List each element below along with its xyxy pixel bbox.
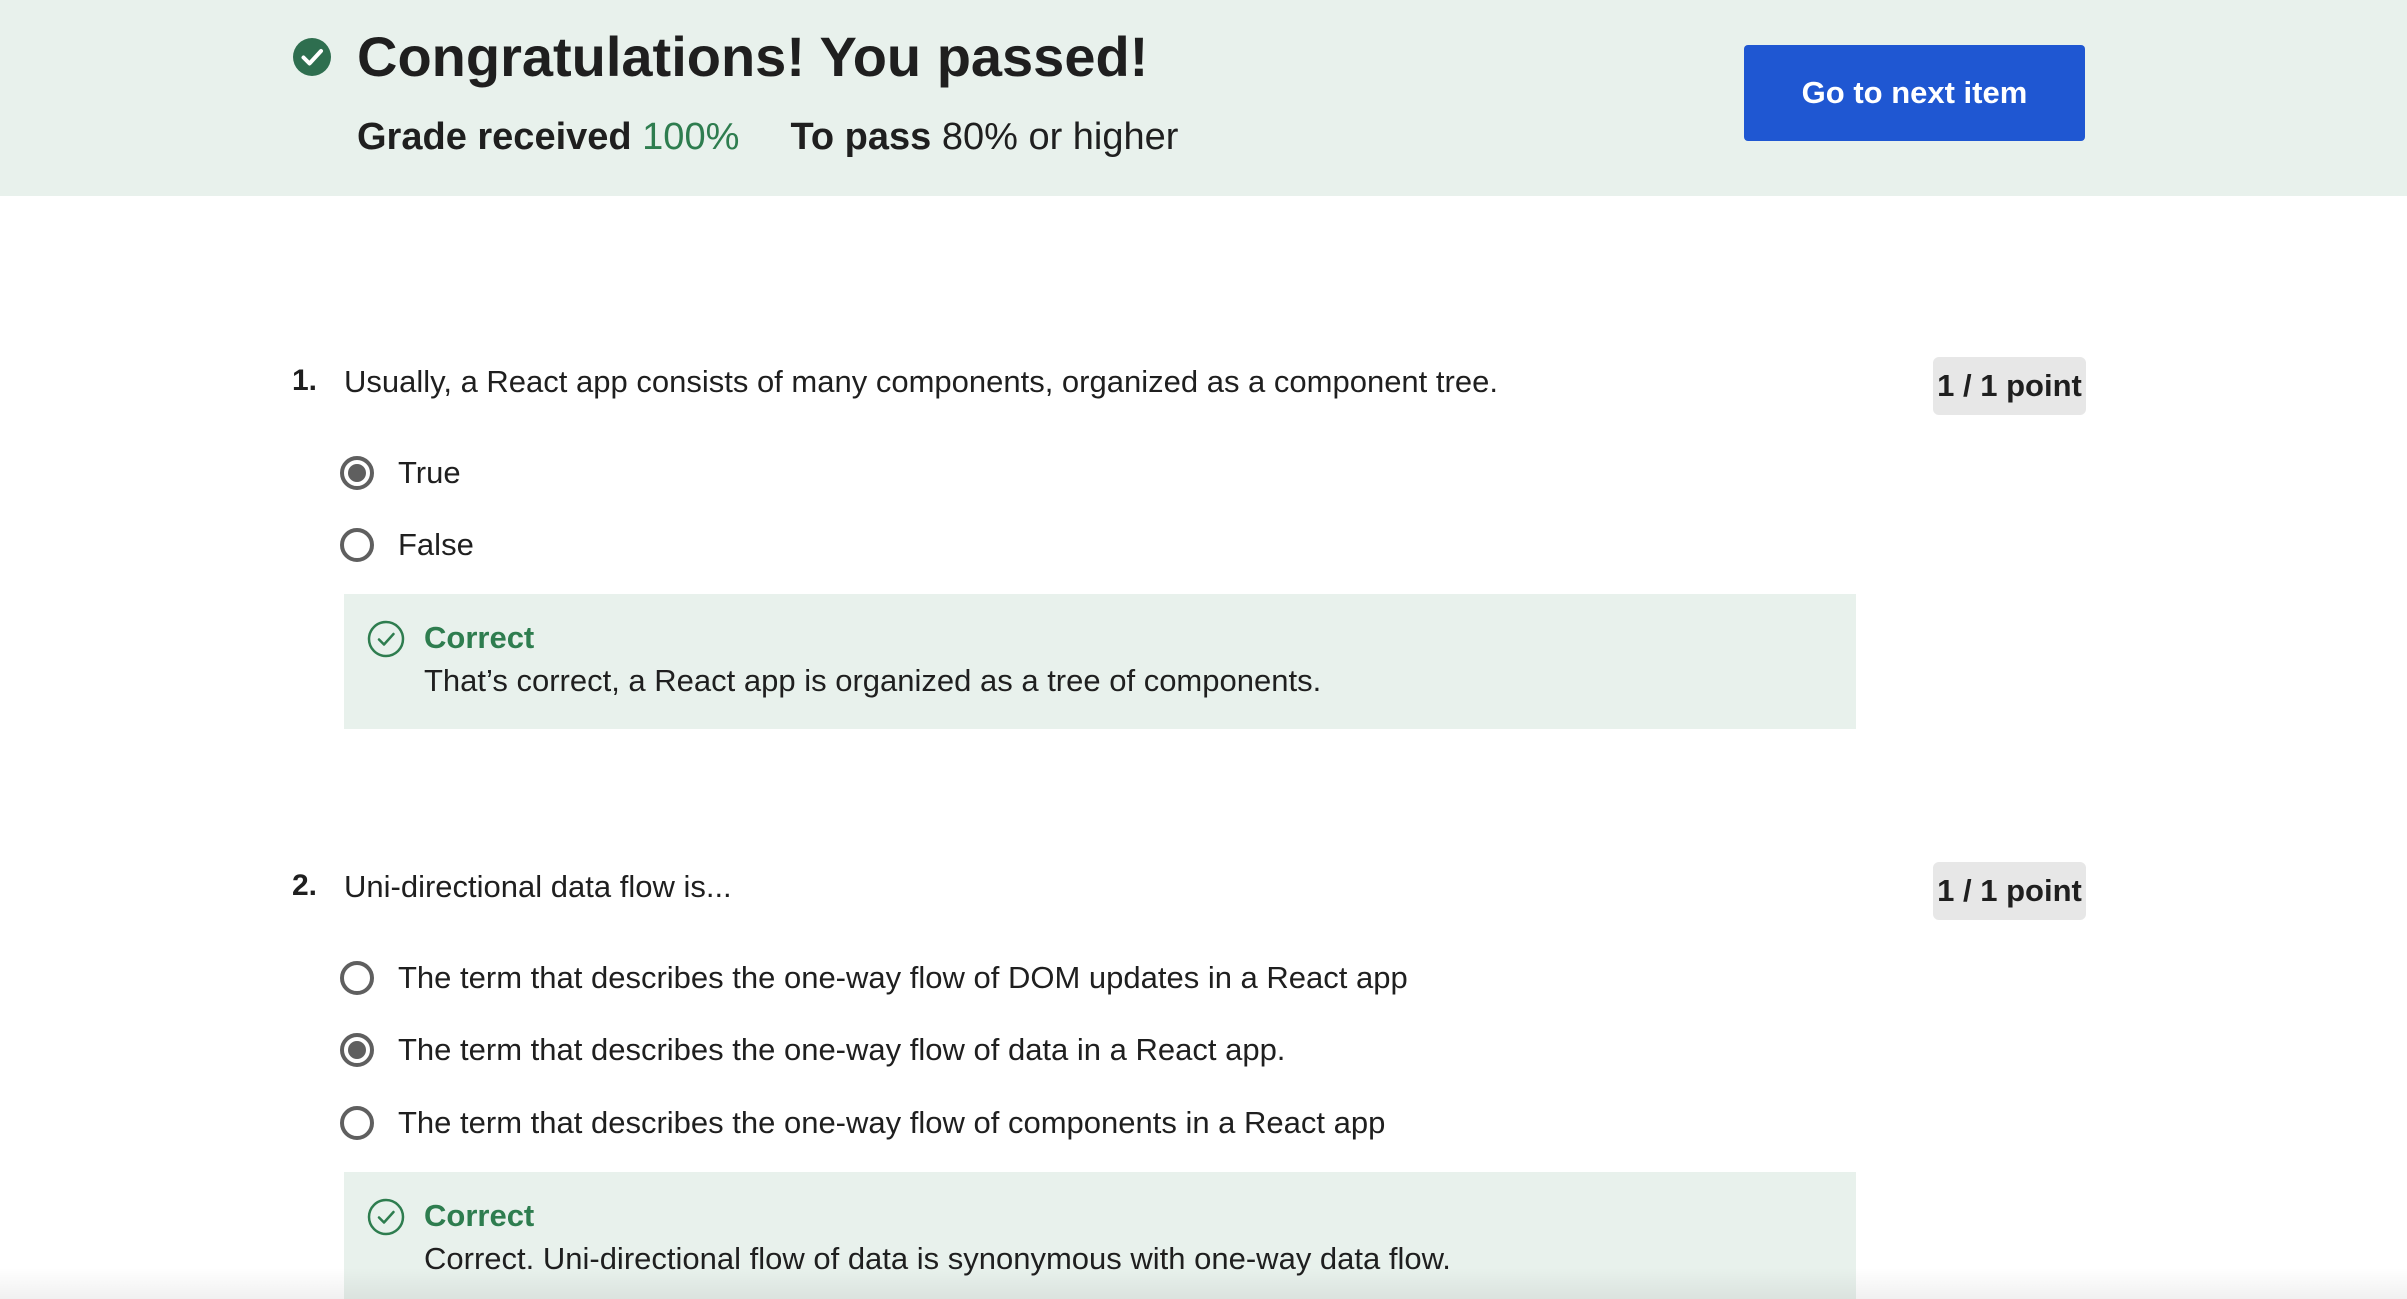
points-badge: 1 / 1 point xyxy=(1933,862,2086,920)
feedback-correct: Correct Correct. Uni-directional flow of… xyxy=(344,1172,1856,1299)
grade-received-value: 100% xyxy=(642,116,740,158)
answer-option-false[interactable]: False xyxy=(340,523,474,567)
radio-button-selected[interactable] xyxy=(340,456,374,490)
radio-button[interactable] xyxy=(340,1106,374,1140)
to-pass-value: 80% or higher xyxy=(941,116,1179,158)
answer-option-data[interactable]: The term that describes the one-way flow… xyxy=(340,1028,1285,1072)
feedback-title: Correct xyxy=(424,1198,535,1233)
question-text: Usually, a React app consists of many co… xyxy=(344,364,1498,399)
option-label: True xyxy=(398,455,461,490)
option-label: The term that describes the one-way flow… xyxy=(398,1105,1386,1140)
go-to-next-item-button[interactable]: Go to next item xyxy=(1744,45,2085,141)
check-circle-outline-icon xyxy=(367,1198,405,1236)
radio-button[interactable] xyxy=(340,528,374,562)
to-pass-label: To pass xyxy=(790,116,932,158)
option-label: False xyxy=(398,527,474,562)
page-title: Congratulations! You passed! xyxy=(357,25,1149,88)
answer-option-dom-updates[interactable]: The term that describes the one-way flow… xyxy=(340,956,1408,1000)
check-circle-outline-icon xyxy=(367,620,405,658)
option-label: The term that describes the one-way flow… xyxy=(398,960,1408,995)
check-circle-filled-icon xyxy=(293,38,331,76)
question-text: Uni-directional data flow is... xyxy=(344,869,732,904)
grade-received-label: Grade received xyxy=(357,116,632,158)
feedback-text: Correct. Uni-directional flow of data is… xyxy=(424,1241,1451,1276)
feedback-text: That’s correct, a React app is organized… xyxy=(424,663,1322,698)
answer-option-components[interactable]: The term that describes the one-way flow… xyxy=(340,1101,1385,1145)
radio-button-selected[interactable] xyxy=(340,1033,374,1067)
result-banner: Congratulations! You passed! Grade recei… xyxy=(0,0,2407,196)
option-label: The term that describes the one-way flow… xyxy=(398,1032,1286,1067)
question-number: 1. xyxy=(292,364,318,397)
feedback-title: Correct xyxy=(424,620,535,655)
question-number: 2. xyxy=(292,869,318,902)
answer-option-true[interactable]: True xyxy=(340,451,461,495)
feedback-correct: Correct That’s correct, a React app is o… xyxy=(344,594,1856,729)
grade-summary: Grade received 100% To pass 80% or highe… xyxy=(357,112,1178,162)
points-badge: 1 / 1 point xyxy=(1933,357,2086,415)
radio-button[interactable] xyxy=(340,961,374,995)
